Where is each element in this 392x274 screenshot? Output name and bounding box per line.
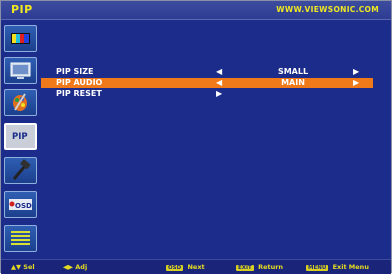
svg-text:OSD: OSD [15, 202, 32, 210]
sidebar-item-color-bars[interactable] [4, 25, 37, 52]
hint-exit-menu-label: Exit Menu [332, 263, 369, 271]
pip-audio-label: PIP AUDIO [56, 78, 103, 87]
increase-arrow-icon[interactable]: ▶ [353, 78, 359, 88]
menu-list-icon [11, 231, 30, 245]
menu-row-pip-reset[interactable]: PIP RESET ▶ [41, 89, 373, 99]
sidebar-item-menu[interactable] [4, 225, 37, 252]
monitor-icon [10, 62, 31, 79]
exit-key-icon: EXIT [236, 265, 254, 271]
pip-size-value: SMALL [277, 67, 309, 76]
sidebar-item-display[interactable] [4, 57, 37, 84]
hint-return-label: Return [258, 263, 284, 271]
sidebar-item-setup[interactable] [4, 157, 37, 184]
hint-next-label: Next [187, 263, 205, 271]
pip-size-label: PIP SIZE [56, 67, 94, 76]
osd-icon: OSD [9, 199, 32, 210]
sidebar-item-osd[interactable]: OSD [4, 191, 37, 218]
footer-bar: ▲▼ Sel ◀▶ Adj OSD Next EXIT Return MENU … [1, 259, 391, 274]
increase-arrow-icon[interactable]: ▶ [353, 67, 359, 77]
sidebar-item-pip[interactable]: PIP [4, 123, 37, 150]
pip-icon: PIP [12, 132, 28, 142]
hint-select: ▲▼ Sel [11, 263, 35, 271]
osd-window: PIP WWW.VIEWSONIC.COM PIP OSD PIP SIZE ◀… [0, 0, 392, 274]
decrease-arrow-icon[interactable]: ◀ [216, 67, 222, 77]
menu-row-pip-audio[interactable]: PIP AUDIO ◀ MAIN ▶ [41, 78, 373, 88]
hint-select-label: Sel [23, 263, 35, 271]
header-bar: PIP WWW.VIEWSONIC.COM [1, 1, 391, 20]
left-right-key-icon: ◀▶ [63, 263, 73, 271]
sidebar-item-color[interactable] [4, 89, 37, 116]
hint-exit-menu: MENU Exit Menu [306, 263, 369, 271]
brand-url: WWW.VIEWSONIC.COM [276, 5, 379, 14]
menu-row-pip-size[interactable]: PIP SIZE ◀ SMALL ▶ [41, 67, 373, 77]
pip-reset-label: PIP RESET [56, 89, 102, 98]
execute-arrow-icon[interactable]: ▶ [216, 89, 222, 99]
decrease-arrow-icon[interactable]: ◀ [216, 78, 222, 88]
hint-return: EXIT Return [236, 263, 283, 271]
sidebar: PIP OSD [4, 21, 37, 257]
color-bars-icon [11, 33, 30, 44]
page-title: PIP [11, 3, 33, 16]
hint-adjust-label: Adj [75, 263, 88, 271]
hint-next: OSD Next [166, 263, 205, 271]
color-palette-icon [13, 93, 27, 111]
hint-adjust: ◀▶ Adj [63, 263, 87, 271]
hammer-icon [12, 159, 31, 180]
up-down-key-icon: ▲▼ [11, 263, 21, 271]
menu-key-icon: MENU [306, 265, 329, 271]
osd-key-icon: OSD [166, 265, 184, 271]
pip-audio-value: MAIN [281, 78, 305, 87]
